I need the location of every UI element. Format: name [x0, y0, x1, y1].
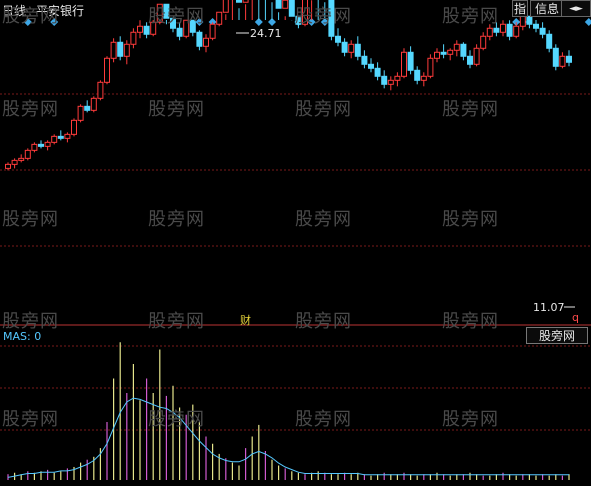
watermark-text: 股旁网	[295, 6, 352, 27]
candle-body	[77, 105, 84, 121]
candle-body	[354, 43, 361, 57]
candle-body	[110, 41, 117, 59]
watermark-text: 股旁网	[295, 409, 352, 430]
watermark-text: 股旁网	[2, 209, 59, 230]
candle-body	[51, 135, 58, 143]
candle-body	[104, 57, 110, 83]
candle-body	[361, 55, 368, 65]
watermark-text: 股旁网	[148, 6, 205, 27]
candle-body	[407, 51, 414, 71]
candle-body	[38, 143, 44, 147]
candle-body	[18, 157, 25, 161]
watermark-text: 股旁网	[442, 6, 499, 27]
candle-body	[196, 31, 203, 47]
candle-body	[394, 75, 401, 81]
candle-body	[381, 75, 388, 85]
candle-body	[84, 105, 91, 111]
candle-body	[203, 37, 209, 47]
watermark-text: 股旁网	[148, 409, 205, 430]
candle-body	[566, 55, 572, 63]
candle-body	[434, 51, 440, 59]
candle-body	[24, 149, 31, 159]
watermark-text: 股旁网	[442, 409, 499, 430]
candle-body	[453, 43, 460, 51]
watermark-text: 股旁网	[442, 99, 499, 120]
candle-body	[513, 25, 520, 37]
candle-body	[559, 55, 566, 67]
candle-body	[335, 35, 341, 43]
candle-body	[506, 23, 513, 37]
indicator-panel-button[interactable]: 股旁网	[526, 327, 588, 344]
watermark-text: 股旁网	[2, 99, 59, 120]
candle-body	[123, 43, 130, 57]
candle-body	[348, 43, 355, 53]
nav-arrows-button[interactable]: ◄►	[561, 0, 591, 17]
watermark-text: 股旁网	[295, 209, 352, 230]
candle-body	[11, 159, 18, 165]
candle-body	[493, 27, 500, 33]
candle-body	[533, 23, 539, 29]
low-marker: q	[572, 311, 579, 324]
watermark-text: 股旁网	[295, 99, 352, 120]
signal-diamond	[584, 18, 591, 26]
candle-body	[480, 35, 487, 49]
watermark-text: 股旁网	[2, 409, 59, 430]
candle-body	[486, 27, 493, 37]
candle-body	[546, 33, 553, 49]
candle-body	[552, 47, 559, 67]
watermark-text: 股旁网	[148, 209, 205, 230]
candle-body	[97, 81, 104, 99]
watermark-text: 股旁网	[148, 99, 205, 120]
candle-body	[427, 57, 434, 77]
watermark-text: 股旁网	[2, 311, 59, 332]
candle-body	[539, 27, 546, 35]
finance-marker[interactable]: 财	[240, 312, 251, 328]
candle-body	[420, 75, 427, 81]
candle-body	[440, 51, 447, 55]
candle-body	[31, 143, 38, 151]
candle-body	[374, 67, 381, 77]
candle-body	[341, 41, 348, 53]
candle-body	[473, 47, 480, 65]
candle-body	[5, 163, 11, 169]
high-price-label: 24.71	[250, 27, 282, 40]
grid-lines	[0, 93, 591, 431]
candle-body	[368, 63, 374, 69]
finger-button[interactable]: 指	[512, 0, 528, 17]
candle-body	[209, 23, 216, 39]
candle-body	[467, 55, 473, 65]
candle-body	[117, 41, 124, 57]
watermark-text: 股旁网	[295, 311, 352, 332]
candle-body	[64, 133, 71, 139]
info-button[interactable]: 信息	[530, 0, 565, 17]
candle-body	[401, 51, 407, 77]
candle-body	[137, 25, 143, 33]
candle-body	[460, 43, 467, 57]
candle-body	[71, 119, 77, 135]
candle-body	[500, 23, 506, 33]
watermark-text: 股旁网	[442, 311, 499, 332]
candle-body	[44, 141, 51, 147]
candle-body	[130, 31, 137, 45]
candle-body	[176, 27, 183, 37]
candle-body	[57, 135, 64, 139]
candle-body	[414, 69, 421, 81]
watermark-text: 股旁网	[442, 209, 499, 230]
candle-body	[387, 79, 394, 85]
low-price-label: 11.07	[533, 301, 565, 314]
candle-body	[447, 49, 454, 55]
candle-body	[90, 97, 97, 111]
watermark-text: 股旁网	[2, 6, 59, 27]
watermark-text: 股旁网	[148, 311, 205, 332]
